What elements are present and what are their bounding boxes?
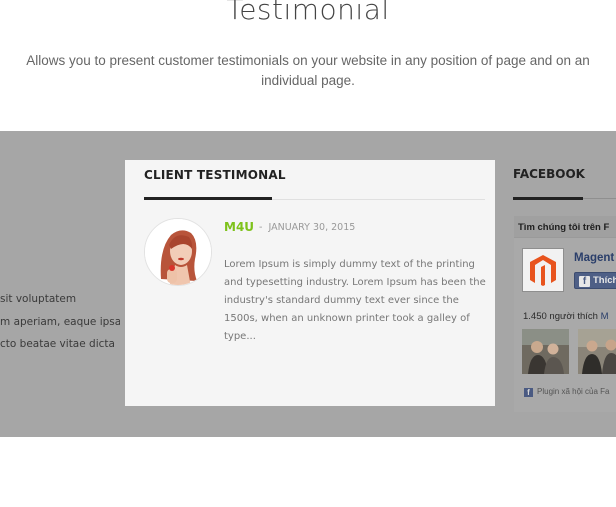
facebook-like-box: Tìm chúng tôi trên F Magent f Thích 1.450… — [514, 216, 616, 412]
facebook-plugin-text[interactable]: Plugin xã hội của Fa — [537, 387, 610, 396]
customer-photo-icon — [145, 219, 211, 285]
heading-underline — [144, 197, 272, 200]
date-text: JANUARY 30, 2015 — [268, 222, 356, 233]
fragment-line: m aperiam, eaque ipsa — [0, 315, 120, 328]
facebook-heading: FACEBOOK — [513, 167, 585, 181]
testimonial-date: - JANUARY 30, 2015 — [259, 222, 355, 233]
facebook-find-us[interactable]: Tìm chúng tôi trên F — [518, 222, 609, 233]
page-title: Testimonial — [226, 0, 390, 26]
facebook-heading-underline — [513, 197, 583, 200]
date-separator: - — [259, 222, 263, 233]
magento-logo-icon[interactable] — [522, 248, 564, 292]
fan-photo-icon — [578, 329, 616, 374]
facebook-f-icon: f — [579, 276, 590, 287]
facebook-like-label: Thích — [593, 275, 616, 286]
facebook-like-button[interactable]: f Thích — [574, 272, 616, 289]
like-count-text: 1.450 người thích — [523, 311, 598, 322]
testimonial-card: CLIENT TESTIMONAL M4U - JANUARY 30, 2015… — [125, 160, 495, 406]
magento-logo-shape — [530, 255, 556, 286]
fragment-line: sit voluptatem — [0, 293, 77, 305]
fragment-line: cto beatae vitae dicta — [0, 338, 115, 350]
fan-photo[interactable] — [578, 329, 616, 374]
page-description: Allows you to present customer testimoni… — [26, 53, 590, 88]
facebook-page-name[interactable]: Magent — [574, 252, 614, 264]
facebook-plugin-footer: f Plugin xã hội của Fa — [524, 387, 610, 397]
testimonial-author[interactable]: M4U — [224, 220, 254, 234]
showcase-band: sit voluptatem m aperiam, eaque ipsa cto… — [0, 131, 616, 437]
facebook-small-icon: f — [524, 388, 533, 397]
facebook-fan-photos — [522, 329, 616, 379]
previous-slide-fragment: sit voluptatem m aperiam, eaque ipsa cto… — [0, 288, 120, 356]
fan-photo-icon — [522, 329, 569, 374]
testimonial-quote: Lorem Ipsum is simply dummy text of the … — [224, 259, 486, 342]
like-count-tail[interactable]: M — [601, 311, 609, 322]
facebook-like-count: 1.450 người thích M — [523, 311, 608, 322]
customer-avatar — [144, 218, 212, 286]
facebook-box-header: Tìm chúng tôi trên F — [514, 216, 616, 238]
fan-photo[interactable] — [522, 329, 569, 374]
facebook-heading-rule — [583, 198, 616, 199]
testimonial-heading: CLIENT TESTIMONAL — [144, 168, 286, 182]
